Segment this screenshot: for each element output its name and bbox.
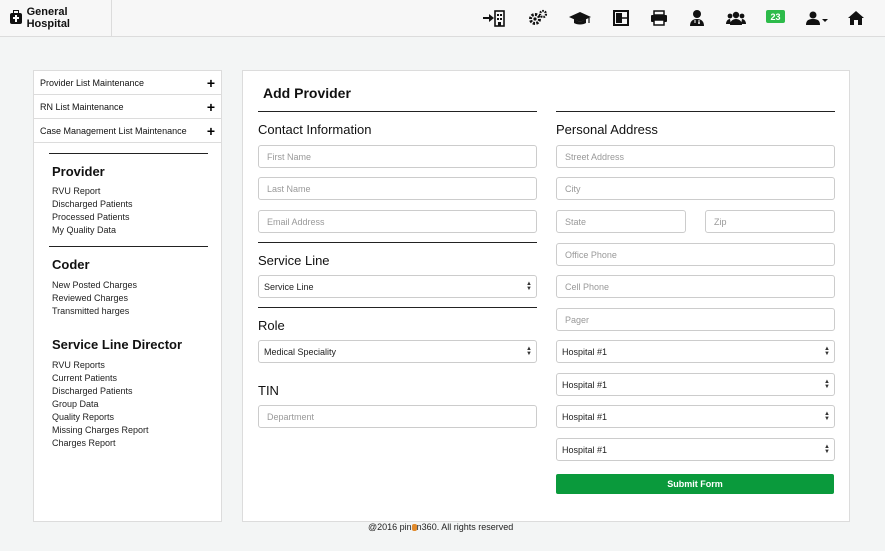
service-line-value: Service Line <box>264 281 314 292</box>
doctor-icon[interactable] <box>689 9 705 27</box>
divider <box>556 111 835 112</box>
link-transmitted-charges[interactable]: Transmitted harges <box>52 305 137 318</box>
email-field[interactable]: Email Address <box>258 210 537 233</box>
role-select[interactable]: Medical Speciality ▲ ▼ <box>258 340 537 363</box>
divider <box>258 111 537 112</box>
link-new-posted-charges[interactable]: New Posted Charges <box>52 279 137 292</box>
role-heading: Role <box>258 318 285 333</box>
footer: @2016 pin n360. All rights reserved <box>368 522 513 532</box>
hospital-select-3[interactable]: Hospital #1 ▲ ▼ <box>556 405 835 428</box>
office-phone-field[interactable]: Office Phone <box>556 243 835 266</box>
link-missing-charges-report[interactable]: Missing Charges Report <box>52 424 149 437</box>
select-arrows-icon: ▲ ▼ <box>824 410 830 422</box>
select-arrows-icon: ▲ ▼ <box>526 345 532 357</box>
first-name-field[interactable]: First Name <box>258 145 537 168</box>
accordion-label: RN List Maintenance <box>40 101 124 112</box>
footer-prefix: @2016 pin <box>368 522 412 532</box>
divider <box>258 307 537 308</box>
service-line-select[interactable]: Service Line ▲ ▼ <box>258 275 537 298</box>
layout-icon[interactable] <box>613 9 629 27</box>
hospital-icon <box>10 9 22 24</box>
link-group-data[interactable]: Group Data <box>52 398 149 411</box>
personal-address-heading: Personal Address <box>556 122 658 137</box>
group-icon[interactable] <box>726 9 746 27</box>
link-current-patients[interactable]: Current Patients <box>52 372 149 385</box>
role-value: Medical Speciality <box>264 346 337 357</box>
select-arrows-icon: ▲ ▼ <box>526 280 532 292</box>
plus-icon[interactable]: + <box>207 124 215 138</box>
section-title-service-line-director: Service Line Director <box>52 337 183 352</box>
hospital-value: Hospital #1 <box>562 346 608 357</box>
printer-icon[interactable] <box>650 9 668 27</box>
tin-heading: TIN <box>258 383 279 398</box>
department-field[interactable]: Department <box>258 405 537 428</box>
street-address-field[interactable]: Street Address <box>556 145 835 168</box>
notification-badge[interactable]: 23 <box>766 10 785 23</box>
sidebar: Provider List Maintenance + RN List Main… <box>33 70 222 522</box>
link-discharged-patients[interactable]: Discharged Patients <box>52 198 133 211</box>
link-rvu-reports[interactable]: RVU Reports <box>52 359 149 372</box>
accordion-label: Provider List Maintenance <box>40 77 145 88</box>
link-my-quality-data[interactable]: My Quality Data <box>52 224 133 237</box>
page-title: Add Provider <box>263 85 351 101</box>
pager-field[interactable]: Pager <box>556 308 835 331</box>
hospital-value: Hospital #1 <box>562 379 608 390</box>
divider <box>258 242 537 243</box>
link-rvu-report[interactable]: RVU Report <box>52 185 133 198</box>
state-field[interactable]: State <box>556 210 686 233</box>
hospital-value: Hospital #1 <box>562 444 608 455</box>
zip-field[interactable]: Zip <box>705 210 835 233</box>
accordion-provider-list[interactable]: Provider List Maintenance + <box>34 71 221 95</box>
graduation-cap-icon[interactable] <box>568 9 592 27</box>
last-name-field[interactable]: Last Name <box>258 177 537 200</box>
coder-links: New Posted Charges Reviewed Charges Tran… <box>52 279 137 318</box>
plus-icon[interactable]: + <box>207 76 215 90</box>
link-discharged-patients[interactable]: Discharged Patients <box>52 385 149 398</box>
add-provider-panel: Add Provider Contact Information First N… <box>242 70 850 522</box>
home-icon[interactable] <box>847 9 865 27</box>
link-reviewed-charges[interactable]: Reviewed Charges <box>52 292 137 305</box>
city-field[interactable]: City <box>556 177 835 200</box>
contact-information-heading: Contact Information <box>258 122 372 137</box>
cell-phone-field[interactable]: Cell Phone <box>556 275 835 298</box>
select-arrows-icon: ▲ ▼ <box>824 443 830 455</box>
user-dropdown-icon[interactable] <box>806 9 828 27</box>
footer-suffix: n360. All rights reserved <box>416 522 514 532</box>
service-line-director-links: RVU Reports Current Patients Discharged … <box>52 359 149 450</box>
link-charges-report[interactable]: Charges Report <box>52 437 149 450</box>
brand-name: General Hospital <box>26 6 70 30</box>
brand[interactable]: General Hospital <box>0 0 112 36</box>
top-navbar: General Hospital 23 <box>0 0 885 37</box>
plus-icon[interactable]: + <box>207 100 215 114</box>
select-arrows-icon: ▲ ▼ <box>824 345 830 357</box>
section-title-provider: Provider <box>52 164 105 179</box>
transfer-building-icon[interactable] <box>482 9 506 27</box>
submit-form-button[interactable]: Submit Form <box>556 474 834 494</box>
gears-icon[interactable] <box>528 9 548 27</box>
select-arrows-icon: ▲ ▼ <box>824 378 830 390</box>
divider <box>49 246 208 247</box>
hospital-select-4[interactable]: Hospital #1 ▲ ▼ <box>556 438 835 461</box>
provider-links: RVU Report Discharged Patients Processed… <box>52 185 133 237</box>
service-line-heading: Service Line <box>258 253 330 268</box>
link-processed-patients[interactable]: Processed Patients <box>52 211 133 224</box>
hospital-select-2[interactable]: Hospital #1 ▲ ▼ <box>556 373 835 396</box>
hospital-value: Hospital #1 <box>562 411 608 422</box>
hospital-select-1[interactable]: Hospital #1 ▲ ▼ <box>556 340 835 363</box>
divider <box>49 153 208 154</box>
accordion-rn-list[interactable]: RN List Maintenance + <box>34 95 221 119</box>
link-quality-reports[interactable]: Quality Reports <box>52 411 149 424</box>
accordion-case-management-list[interactable]: Case Management List Maintenance + <box>34 119 221 143</box>
accordion-label: Case Management List Maintenance <box>40 125 187 136</box>
section-title-coder: Coder <box>52 257 90 272</box>
